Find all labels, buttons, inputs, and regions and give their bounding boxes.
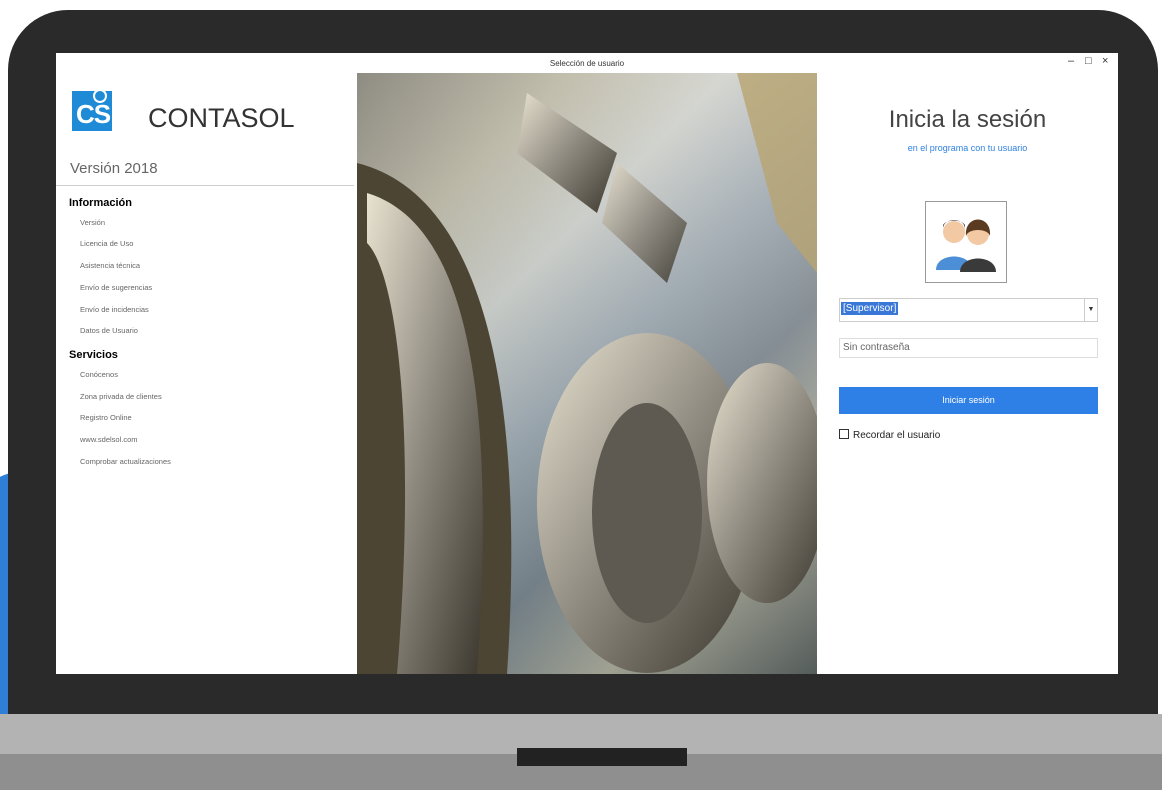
user-select[interactable]: [Supervisor] ▼ [839, 298, 1098, 322]
maximize-button[interactable]: □ [1085, 55, 1092, 67]
metal-letters-image [357, 73, 817, 674]
password-field[interactable]: Sin contraseña [839, 338, 1098, 358]
section-heading-servicios: Servicios [69, 349, 118, 361]
sidebar-item-zona-privada[interactable]: Zona privada de clientes [80, 392, 162, 401]
brand-name: CONTASOL [148, 103, 295, 133]
checkbox-icon [839, 429, 849, 439]
sidebar-item-licencia[interactable]: Licencia de Uso [80, 239, 133, 248]
sidebar-item-registro[interactable]: Registro Online [80, 413, 132, 422]
sidebar-item-asistencia[interactable]: Asistencia técnica [80, 261, 140, 270]
remember-user-checkbox[interactable]: Recordar el usuario [839, 429, 940, 441]
login-subtitle: en el programa con tu usuario [907, 143, 1028, 153]
app-window: Selección de usuario – □ × CS CONTASOL V… [56, 53, 1118, 674]
sidebar-item-incidencias[interactable]: Envío de incidencias [80, 305, 149, 314]
sidebar-item-actualizaciones[interactable]: Comprobar actualizaciones [80, 457, 171, 466]
close-button[interactable]: × [1102, 55, 1108, 67]
sidebar-item-conocenos[interactable]: Conócenos [80, 370, 118, 379]
user-select-value: [Supervisor] [841, 302, 899, 315]
title-bar: Selección de usuario – □ × [56, 53, 1118, 73]
login-panel: Inicia la sesión en el programa con tu u… [817, 73, 1118, 674]
window-title: Selección de usuario [549, 59, 625, 68]
password-placeholder: Sin contraseña [843, 342, 910, 353]
sidebar-divider [56, 185, 354, 186]
hero-photo [357, 73, 817, 674]
login-button[interactable]: Iniciar sesión [839, 387, 1098, 414]
section-heading-informacion: Información [69, 197, 132, 209]
sidebar-item-web[interactable]: www.sdelsol.com [80, 435, 138, 444]
sidebar-item-sugerencias[interactable]: Envío de sugerencias [80, 283, 152, 292]
remember-user-label: Recordar el usuario [853, 430, 941, 441]
contasol-logo: CS [72, 89, 112, 131]
version-label: Versión 2018 [70, 160, 158, 177]
sidebar-item-datos-usuario[interactable]: Datos de Usuario [80, 326, 138, 335]
minimize-button[interactable]: – [1068, 55, 1074, 67]
chevron-down-icon[interactable]: ▼ [1084, 299, 1097, 321]
sidebar: CS CONTASOL Versión 2018 Información Ver… [56, 73, 354, 674]
laptop-notch [517, 748, 687, 766]
users-icon [925, 201, 1007, 283]
login-title: Inicia la sesión [888, 106, 1047, 133]
sidebar-item-version[interactable]: Versión [80, 218, 105, 227]
